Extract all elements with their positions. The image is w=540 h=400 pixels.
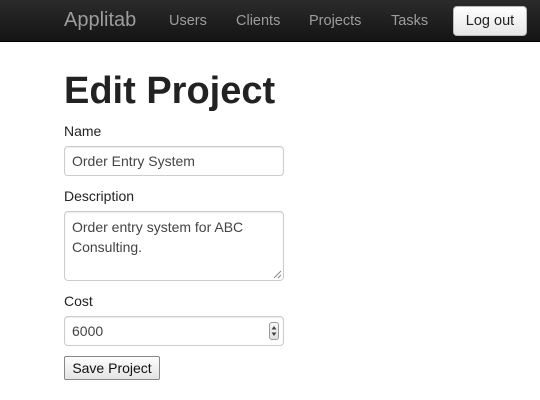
nav-link-projects[interactable]: Projects (309, 13, 361, 29)
cost-label: Cost (64, 293, 93, 309)
nav-link-users[interactable]: Users (169, 13, 207, 29)
nav-link-clients[interactable]: Clients (236, 13, 280, 29)
nav-link-tasks[interactable]: Tasks (391, 13, 428, 29)
spinner-arrows-icon (271, 326, 277, 336)
top-navbar: Applitab Users Clients Projects Tasks Lo… (0, 0, 540, 42)
number-spinner[interactable] (269, 322, 279, 340)
page-title: Edit Project (64, 70, 276, 112)
cost-field (64, 316, 284, 346)
description-label: Description (64, 188, 135, 204)
logout-button[interactable]: Log out (453, 6, 527, 36)
name-label: Name (64, 123, 102, 139)
cost-input[interactable] (64, 316, 284, 346)
save-project-button[interactable]: Save Project (64, 356, 160, 380)
description-textarea[interactable]: Order entry system for ABC Consulting. (64, 211, 284, 281)
name-input[interactable] (64, 146, 284, 176)
brand-link[interactable]: Applitab (64, 9, 136, 32)
